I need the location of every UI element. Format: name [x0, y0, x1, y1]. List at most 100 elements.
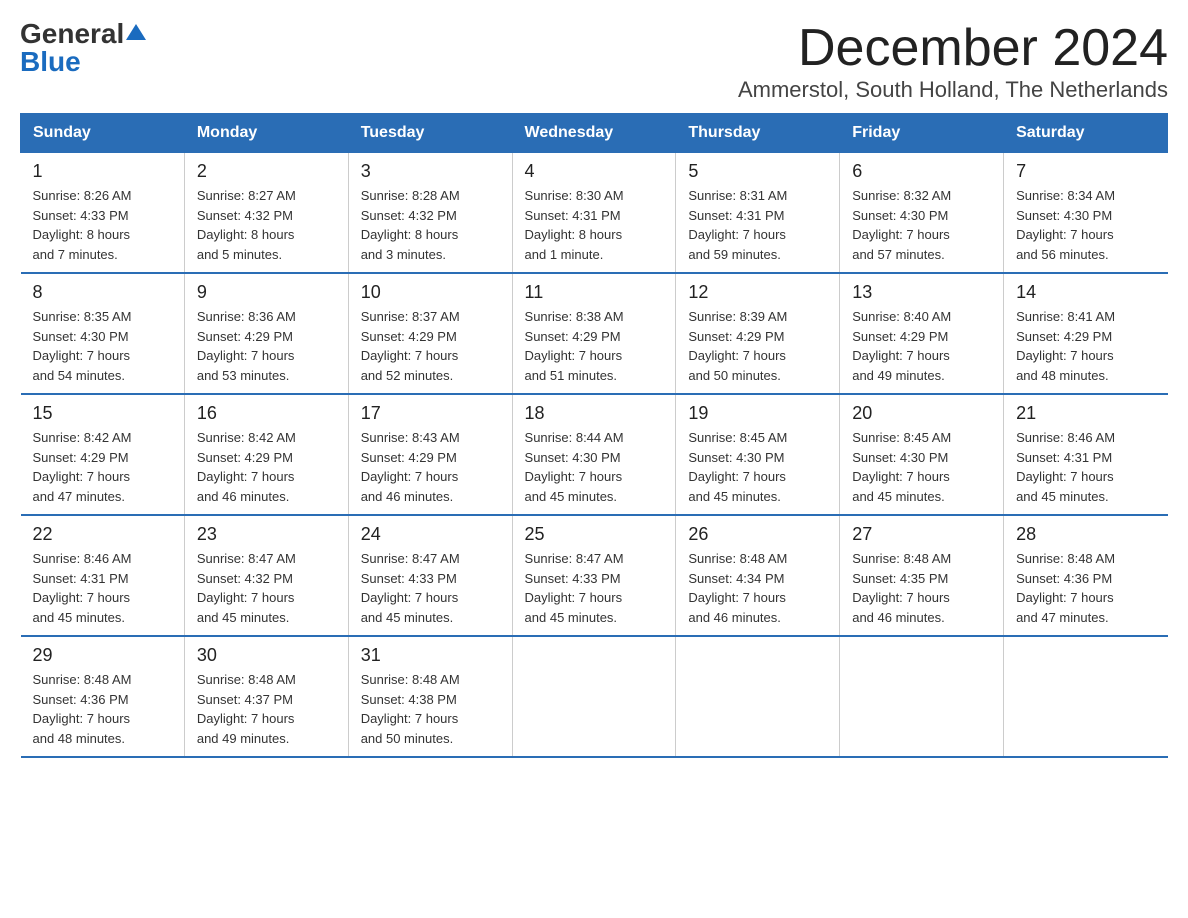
- calendar-cell: 10 Sunrise: 8:37 AMSunset: 4:29 PMDayligh…: [348, 273, 512, 394]
- calendar-cell: 6 Sunrise: 8:32 AMSunset: 4:30 PMDaylight…: [840, 153, 1004, 274]
- calendar-cell: [512, 636, 676, 757]
- day-number: 25: [525, 524, 664, 545]
- logo-blue-text: Blue: [20, 48, 81, 76]
- day-number: 13: [852, 282, 991, 303]
- day-info: Sunrise: 8:34 AMSunset: 4:30 PMDaylight:…: [1016, 186, 1155, 264]
- calendar-cell: 3 Sunrise: 8:28 AMSunset: 4:32 PMDaylight…: [348, 153, 512, 274]
- calendar-cell: [1004, 636, 1168, 757]
- day-number: 7: [1016, 161, 1155, 182]
- day-info: Sunrise: 8:37 AMSunset: 4:29 PMDaylight:…: [361, 307, 500, 385]
- calendar-cell: 1Sunrise: 8:26 AMSunset: 4:33 PMDaylight…: [21, 153, 185, 274]
- day-info: Sunrise: 8:42 AMSunset: 4:29 PMDaylight:…: [33, 428, 172, 506]
- day-number: 5: [688, 161, 827, 182]
- day-info: Sunrise: 8:48 AMSunset: 4:38 PMDaylight:…: [361, 670, 500, 748]
- day-info: Sunrise: 8:35 AMSunset: 4:30 PMDaylight:…: [33, 307, 172, 385]
- day-info: Sunrise: 8:44 AMSunset: 4:30 PMDaylight:…: [525, 428, 664, 506]
- calendar-cell: 29Sunrise: 8:48 AMSunset: 4:36 PMDayligh…: [21, 636, 185, 757]
- day-info: Sunrise: 8:48 AMSunset: 4:37 PMDaylight:…: [197, 670, 336, 748]
- day-number: 11: [525, 282, 664, 303]
- day-number: 24: [361, 524, 500, 545]
- week-row-1: 1Sunrise: 8:26 AMSunset: 4:33 PMDaylight…: [21, 153, 1168, 274]
- day-number: 1: [33, 161, 172, 182]
- day-number: 2: [197, 161, 336, 182]
- week-row-2: 8 Sunrise: 8:35 AMSunset: 4:30 PMDaylight…: [21, 273, 1168, 394]
- day-info: Sunrise: 8:48 AMSunset: 4:36 PMDaylight:…: [1016, 549, 1155, 627]
- day-info: Sunrise: 8:36 AMSunset: 4:29 PMDaylight:…: [197, 307, 336, 385]
- day-number: 9: [197, 282, 336, 303]
- day-number: 15: [33, 403, 172, 424]
- day-info: Sunrise: 8:45 AMSunset: 4:30 PMDaylight:…: [852, 428, 991, 506]
- week-row-4: 22 Sunrise: 8:46 AMSunset: 4:31 PMDayligh…: [21, 515, 1168, 636]
- day-number: 6: [852, 161, 991, 182]
- calendar-cell: 28Sunrise: 8:48 AMSunset: 4:36 PMDayligh…: [1004, 515, 1168, 636]
- day-info: Sunrise: 8:47 AMSunset: 4:32 PMDaylight:…: [197, 549, 336, 627]
- header-cell-sunday: Sunday: [21, 114, 185, 153]
- calendar-cell: 17 Sunrise: 8:43 AMSunset: 4:29 PMDayligh…: [348, 394, 512, 515]
- day-number: 26: [688, 524, 827, 545]
- day-number: 19: [688, 403, 827, 424]
- logo-general-text: General: [20, 20, 124, 48]
- day-info: Sunrise: 8:28 AMSunset: 4:32 PMDaylight:…: [361, 186, 500, 264]
- day-number: 16: [197, 403, 336, 424]
- day-number: 22: [33, 524, 172, 545]
- page-header: General Blue December 2024 Ammerstol, So…: [20, 20, 1168, 103]
- logo: General Blue: [20, 20, 146, 76]
- day-number: 31: [361, 645, 500, 666]
- day-info: Sunrise: 8:48 AMSunset: 4:35 PMDaylight:…: [852, 549, 991, 627]
- day-number: 29: [33, 645, 172, 666]
- calendar-table: SundayMondayTuesdayWednesdayThursdayFrid…: [20, 113, 1168, 758]
- day-number: 21: [1016, 403, 1155, 424]
- header-cell-saturday: Saturday: [1004, 114, 1168, 153]
- week-row-5: 29Sunrise: 8:48 AMSunset: 4:36 PMDayligh…: [21, 636, 1168, 757]
- day-number: 3: [361, 161, 500, 182]
- day-number: 27: [852, 524, 991, 545]
- calendar-cell: 30 Sunrise: 8:48 AMSunset: 4:37 PMDayligh…: [184, 636, 348, 757]
- day-info: Sunrise: 8:38 AMSunset: 4:29 PMDaylight:…: [525, 307, 664, 385]
- day-info: Sunrise: 8:43 AMSunset: 4:29 PMDaylight:…: [361, 428, 500, 506]
- calendar-cell: 4Sunrise: 8:30 AMSunset: 4:31 PMDaylight…: [512, 153, 676, 274]
- day-number: 10: [361, 282, 500, 303]
- day-info: Sunrise: 8:46 AMSunset: 4:31 PMDaylight:…: [33, 549, 172, 627]
- calendar-cell: 12 Sunrise: 8:39 AMSunset: 4:29 PMDayligh…: [676, 273, 840, 394]
- calendar-cell: 14Sunrise: 8:41 AMSunset: 4:29 PMDayligh…: [1004, 273, 1168, 394]
- day-number: 14: [1016, 282, 1155, 303]
- calendar-cell: 22 Sunrise: 8:46 AMSunset: 4:31 PMDayligh…: [21, 515, 185, 636]
- calendar-cell: 27 Sunrise: 8:48 AMSunset: 4:35 PMDayligh…: [840, 515, 1004, 636]
- day-number: 20: [852, 403, 991, 424]
- day-info: Sunrise: 8:45 AMSunset: 4:30 PMDaylight:…: [688, 428, 827, 506]
- day-number: 23: [197, 524, 336, 545]
- header-cell-friday: Friday: [840, 114, 1004, 153]
- day-number: 4: [525, 161, 664, 182]
- logo-triangle-icon: [126, 24, 146, 40]
- location-title: Ammerstol, South Holland, The Netherland…: [738, 77, 1168, 103]
- calendar-cell: 2 Sunrise: 8:27 AMSunset: 4:32 PMDaylight…: [184, 153, 348, 274]
- calendar-cell: 18 Sunrise: 8:44 AMSunset: 4:30 PMDayligh…: [512, 394, 676, 515]
- header-row: SundayMondayTuesdayWednesdayThursdayFrid…: [21, 114, 1168, 153]
- day-info: Sunrise: 8:48 AMSunset: 4:34 PMDaylight:…: [688, 549, 827, 627]
- calendar-cell: 19 Sunrise: 8:45 AMSunset: 4:30 PMDayligh…: [676, 394, 840, 515]
- calendar-cell: 9 Sunrise: 8:36 AMSunset: 4:29 PMDaylight…: [184, 273, 348, 394]
- title-area: December 2024 Ammerstol, South Holland, …: [738, 20, 1168, 103]
- calendar-cell: 8 Sunrise: 8:35 AMSunset: 4:30 PMDaylight…: [21, 273, 185, 394]
- day-number: 12: [688, 282, 827, 303]
- month-title: December 2024: [738, 20, 1168, 77]
- calendar-cell: [840, 636, 1004, 757]
- calendar-cell: 15 Sunrise: 8:42 AMSunset: 4:29 PMDayligh…: [21, 394, 185, 515]
- day-info: Sunrise: 8:39 AMSunset: 4:29 PMDaylight:…: [688, 307, 827, 385]
- calendar-cell: [676, 636, 840, 757]
- header-cell-wednesday: Wednesday: [512, 114, 676, 153]
- header-cell-tuesday: Tuesday: [348, 114, 512, 153]
- day-number: 18: [525, 403, 664, 424]
- calendar-cell: 26 Sunrise: 8:48 AMSunset: 4:34 PMDayligh…: [676, 515, 840, 636]
- day-number: 8: [33, 282, 172, 303]
- day-number: 30: [197, 645, 336, 666]
- calendar-header: SundayMondayTuesdayWednesdayThursdayFrid…: [21, 114, 1168, 153]
- calendar-cell: 11 Sunrise: 8:38 AMSunset: 4:29 PMDayligh…: [512, 273, 676, 394]
- calendar-cell: 25Sunrise: 8:47 AMSunset: 4:33 PMDayligh…: [512, 515, 676, 636]
- day-info: Sunrise: 8:32 AMSunset: 4:30 PMDaylight:…: [852, 186, 991, 264]
- week-row-3: 15 Sunrise: 8:42 AMSunset: 4:29 PMDayligh…: [21, 394, 1168, 515]
- calendar-cell: 23 Sunrise: 8:47 AMSunset: 4:32 PMDayligh…: [184, 515, 348, 636]
- day-info: Sunrise: 8:27 AMSunset: 4:32 PMDaylight:…: [197, 186, 336, 264]
- day-number: 17: [361, 403, 500, 424]
- calendar-cell: 13Sunrise: 8:40 AMSunset: 4:29 PMDayligh…: [840, 273, 1004, 394]
